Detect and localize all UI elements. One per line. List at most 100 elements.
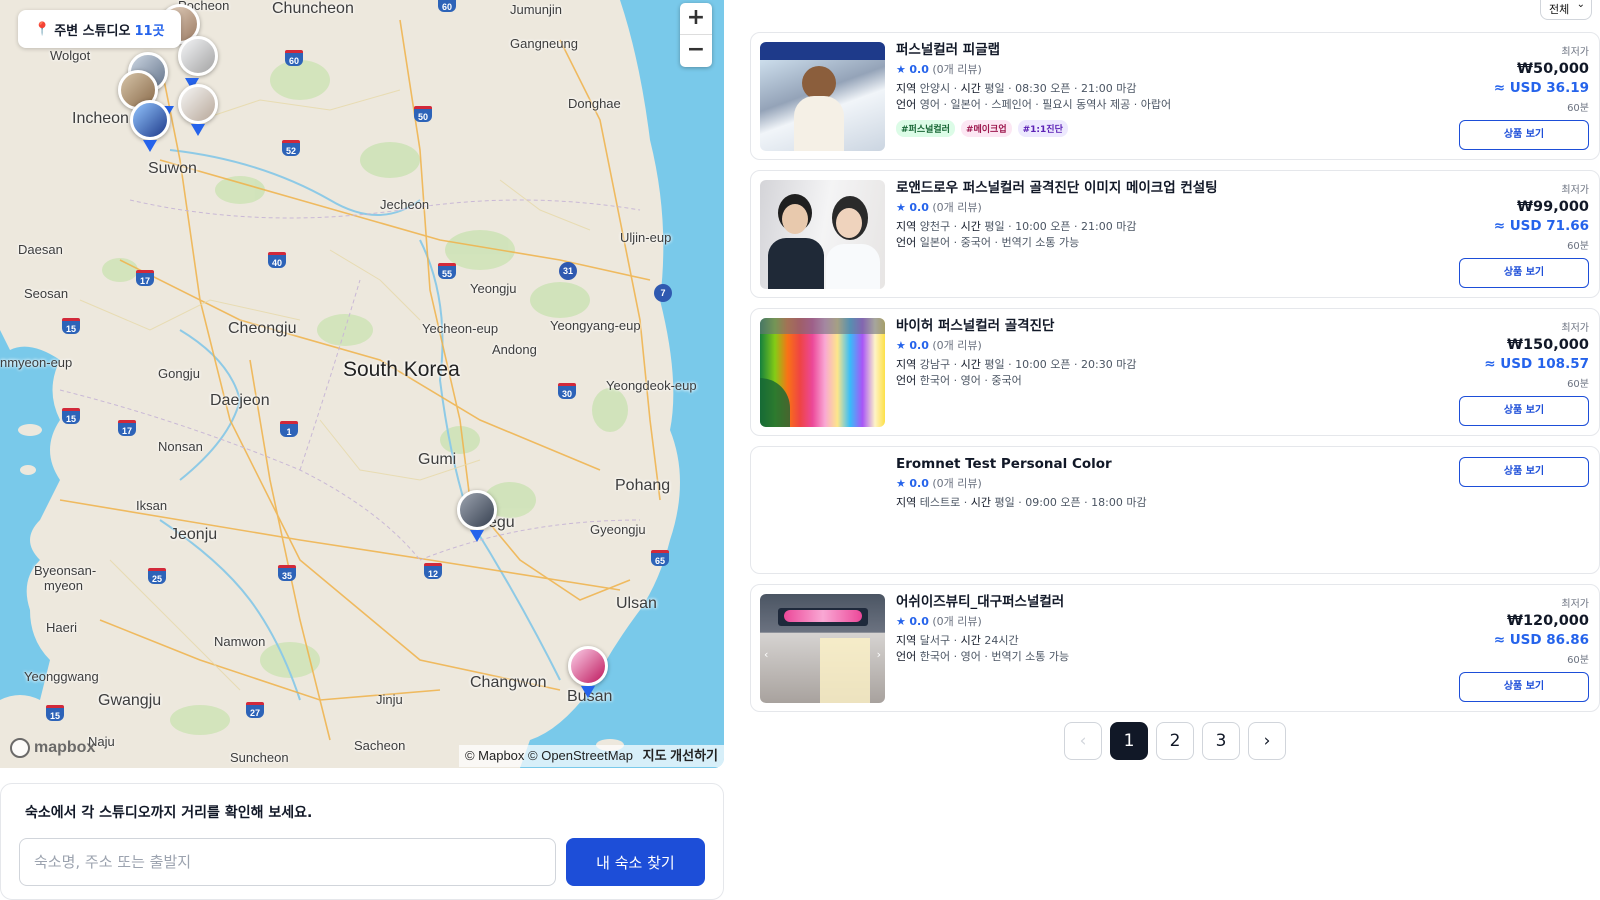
price-label: 최저가 [1561,185,1589,196]
highway-shield: 15 [46,705,64,721]
map-label-hongseong: nmyeon-eup [0,355,73,370]
studio-meta-region: 지역 안양시 · 시간 평일 · 08:30 오픈 · 21:00 마감 [896,82,1137,95]
highway-shield: 15 [62,318,80,334]
price-krw: ₩120,000 [1506,613,1589,629]
mapbox-logo-text: mapbox [34,739,96,756]
person-body [826,244,880,289]
highway-shield: 65 [651,550,669,566]
highway-shield: 17 [118,420,136,436]
chevron-left-icon[interactable]: ‹ [764,648,768,661]
price-label: 최저가 [1561,323,1589,334]
studio-thumbnail[interactable] [760,180,885,289]
chevron-right-icon[interactable]: › [877,648,881,661]
view-product-button[interactable]: 상품 보기 [1459,258,1589,288]
map-label-yeongju: Yeongju [470,281,517,296]
chevron-down-icon: ⌄ [1576,0,1585,10]
hours-value: 평일 · 10:00 오픈 · 20:30 마감 [984,358,1137,371]
accommodation-search-input[interactable] [19,838,556,886]
map-label-chuncheon: Chuncheon [272,0,354,17]
person-face [836,208,862,238]
studio-rating: ★ 0.0 (0개 리뷰) [896,475,1416,491]
map-label-jeonju: Jeonju [170,526,218,543]
view-product-button[interactable]: 상품 보기 [1459,396,1589,426]
studio-rating: ★ 0.0 (0개 리뷰) [896,613,1416,629]
filter-select-value: 전체 [1549,3,1570,16]
pin-tip [143,140,157,152]
highway-shield: 52 [282,140,300,156]
map-label-jecheon: Jecheon [380,197,430,212]
mapbox-logo-icon [10,738,30,758]
rating-value: 0.0 [909,63,929,76]
language-value: 일본어 · 중국어 · 번역기 소통 가능 [919,236,1080,249]
studio-pin[interactable] [178,36,218,76]
person-face [782,204,808,234]
improve-map-link[interactable]: 지도 개선하기 [643,748,718,763]
zoom-in-button[interactable]: + [680,3,712,35]
studio-card[interactable]: 바이허 퍼스널컬러 골격진단 ★ 0.0 (0개 리뷰) 지역 강남구 · 시간… [750,308,1600,436]
studio-thumbnail[interactable]: ‹ › [760,594,885,703]
hours-value: 평일 · 09:00 오픈 · 18:00 마감 [994,496,1147,509]
map-label-incheon: Incheon [72,110,129,127]
studio-thumbnail[interactable] [760,318,885,427]
zoom-out-button[interactable]: − [680,35,712,67]
map-label-nonsan: Nonsan [158,439,203,454]
studio-card[interactable]: Eromnet Test Personal Color ★ 0.0 (0개 리뷰… [750,446,1600,574]
map-label-gumi: Gumi [418,451,457,468]
next-page-button[interactable]: › [1248,722,1286,760]
studio-info: 바이허 퍼스널컬러 골격진단 ★ 0.0 (0개 리뷰) 지역 강남구 · 시간… [896,317,1416,388]
highway-shield: 7 [654,284,672,302]
distance-title: 숙소에서 각 스튜디오까지 거리를 확인해 보세요. [25,805,313,821]
studio-title[interactable]: 바이허 퍼스널컬러 골격진단 [896,317,1416,335]
studio-pin-busan[interactable] [568,646,608,686]
person-body [794,96,844,151]
view-product-button[interactable]: 상품 보기 [1459,457,1589,487]
review-count: (0개 리뷰) [932,477,982,490]
map-label-jinju: Jinju [376,692,403,707]
map-label-ulsan: Ulsan [616,595,657,612]
studio-info: 로앤드로우 퍼스널컬러 골격진단 이미지 메이크업 컨설팅 ★ 0.0 (0개 … [896,179,1416,250]
region-label: 지역 [896,634,917,647]
page-button-2[interactable]: 2 [1156,722,1194,760]
review-count: (0개 리뷰) [932,63,982,76]
hours-value: 24시간 [984,634,1019,647]
map-label-yeonggwang: Yeonggwang [24,669,99,684]
studio-title[interactable]: 퍼스널컬러 피글랩 [896,41,1416,59]
view-product-button[interactable]: 상품 보기 [1459,672,1589,702]
highway-shield: 35 [278,565,296,581]
map-label-south-korea: South Korea [343,358,460,381]
language-value: 한국어 · 영어 · 중국어 [919,374,1022,387]
studio-card[interactable]: 로앤드로우 퍼스널컬러 골격진단 이미지 메이크업 컨설팅 ★ 0.0 (0개 … [750,170,1600,298]
studio-tags: #퍼스널컬러 #메이크업 #1:1진단 [896,120,1416,137]
review-count: (0개 리뷰) [932,201,982,214]
price-usd: ≈ USD 108.57 [1484,356,1589,372]
pin-tip [191,124,205,136]
highway-shield: 55 [438,263,456,279]
page-button-1[interactable]: 1 [1110,722,1148,760]
view-product-button[interactable]: 상품 보기 [1459,120,1589,150]
map[interactable]: Pocheon Chuncheon Jumunjin Wolgot Gangne… [0,0,724,768]
region-label: 지역 [896,358,917,371]
studio-price: 최저가 ₩50,000 ≈ USD 36.19 60분 [1494,43,1589,114]
studio-title[interactable]: Eromnet Test Personal Color [896,455,1416,473]
studio-pin-daegu[interactable] [457,490,497,530]
filter-select[interactable]: 전체 ⌄ [1540,0,1592,20]
studio-title[interactable]: 어쉬이즈뷰티_대구퍼스널컬러 [896,593,1416,611]
map-label-jumunjin: Jumunjin [510,2,563,17]
attribution-text[interactable]: © Mapbox © OpenStreetMap [465,748,633,763]
page-button-3[interactable]: 3 [1202,722,1240,760]
prev-page-button[interactable]: ‹ [1064,722,1102,760]
studio-pin[interactable] [130,100,170,140]
duration: 60분 [1567,241,1589,252]
highway-shield: 31 [559,262,577,280]
studio-thumbnail[interactable] [760,42,885,151]
hours-value: 평일 · 10:00 오픈 · 21:00 마감 [984,220,1137,233]
studio-card[interactable]: 퍼스널컬러 피글랩 ★ 0.0 (0개 리뷰) 지역 안양시 · 시간 평일 ·… [750,32,1600,160]
tag: #1:1진단 [1017,120,1068,137]
mapbox-logo[interactable]: mapbox [10,738,95,758]
studio-card[interactable]: ‹ › 어쉬이즈뷰티_대구퍼스널컬러 ★ 0.0 (0개 리뷰) 지역 달서구 … [750,584,1600,712]
studio-title[interactable]: 로앤드로우 퍼스널컬러 골격진단 이미지 메이크업 컨설팅 [896,179,1416,197]
find-accommodation-button[interactable]: 내 숙소 찾기 [565,838,705,886]
studio-info: 퍼스널컬러 피글랩 ★ 0.0 (0개 리뷰) 지역 안양시 · 시간 평일 ·… [896,41,1416,137]
highway-shield: 60 [438,0,456,12]
studio-pin[interactable] [178,84,218,124]
